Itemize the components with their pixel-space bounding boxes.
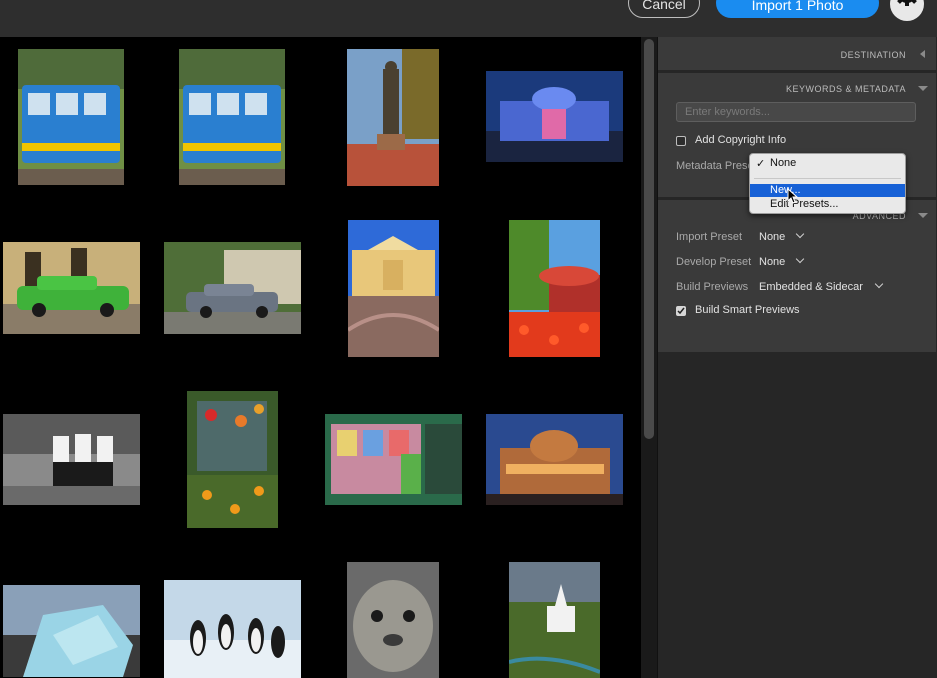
keywords-input[interactable]: Enter keywords... [676, 102, 916, 122]
chevron-down-icon[interactable] [795, 254, 805, 264]
thumbnail-flowers-memorial[interactable] [187, 391, 278, 528]
cursor-icon [787, 188, 799, 204]
thumbnail-newsstand[interactable] [325, 414, 462, 505]
thumbnail-seal[interactable] [347, 562, 439, 678]
copyright-checkbox[interactable] [676, 136, 686, 146]
gear-icon[interactable] [889, 0, 925, 22]
right-panel: DESTINATION KEYWORDS & METADATA Enter ke… [657, 37, 937, 678]
cancel-button[interactable]: Cancel [628, 0, 700, 18]
expand-down-icon[interactable] [918, 86, 928, 91]
checkmark-icon: ✓ [756, 158, 766, 170]
import-preset-label: Import Preset [676, 231, 743, 243]
grid-scrollbar-thumb[interactable] [644, 39, 654, 439]
thumbnail-church-hill[interactable] [509, 562, 600, 678]
thumbnail-penguins[interactable] [164, 580, 301, 678]
menu-separator [754, 178, 901, 179]
build-previews-select[interactable]: Embedded & Sidecar [759, 281, 863, 293]
thumbnail-blue-tram-copy[interactable] [179, 49, 285, 185]
thumbnail-iceberg[interactable] [3, 585, 140, 677]
destination-section[interactable]: DESTINATION [658, 37, 936, 70]
thumbnail-green-car[interactable] [3, 242, 140, 334]
thumbnail-blue-tram[interactable] [18, 49, 124, 185]
thumbnail-opera-house-dusk[interactable] [486, 414, 623, 505]
smart-previews-checkbox[interactable] [676, 306, 686, 316]
top-bar: Cancel Import 1 Photo [0, 0, 937, 37]
photo-grid [0, 37, 641, 678]
import-button[interactable]: Import 1 Photo [716, 0, 879, 18]
collapse-left-icon[interactable] [920, 50, 925, 58]
chevron-down-icon[interactable] [795, 229, 805, 239]
metadata-preset-label: Metadata Preset [676, 160, 757, 172]
thumbnail-gray-car[interactable] [164, 242, 301, 334]
develop-preset-label: Develop Preset [676, 256, 752, 268]
keywords-title: KEYWORDS & METADATA [785, 84, 906, 94]
expand-down-icon[interactable] [918, 213, 928, 218]
build-previews-label: Build Previews [676, 281, 749, 293]
import-preset-select[interactable]: None [759, 231, 785, 243]
thumbnail-statue[interactable] [347, 49, 439, 186]
checkmark-icon [677, 307, 685, 315]
thumbnail-yellow-building[interactable] [348, 220, 439, 357]
advanced-section: ADVANCED Import Preset None Develop Pres… [658, 200, 936, 352]
destination-title: DESTINATION [840, 50, 906, 60]
develop-preset-select[interactable]: None [759, 256, 785, 268]
metadata-preset-menu: ✓ None New... Edit Presets... [749, 153, 906, 214]
thumbnail-bw-women[interactable] [3, 414, 140, 505]
thumbnail-gazebo-tulips[interactable] [509, 220, 600, 357]
thumbnail-opera-house-night[interactable] [486, 71, 623, 162]
chevron-down-icon[interactable] [874, 279, 884, 289]
menu-item-none[interactable]: None [770, 157, 796, 169]
menu-item-edit-presets[interactable]: Edit Presets... [770, 198, 838, 210]
copyright-label: Add Copyright Info [695, 134, 787, 146]
smart-previews-label: Build Smart Previews [695, 304, 800, 316]
